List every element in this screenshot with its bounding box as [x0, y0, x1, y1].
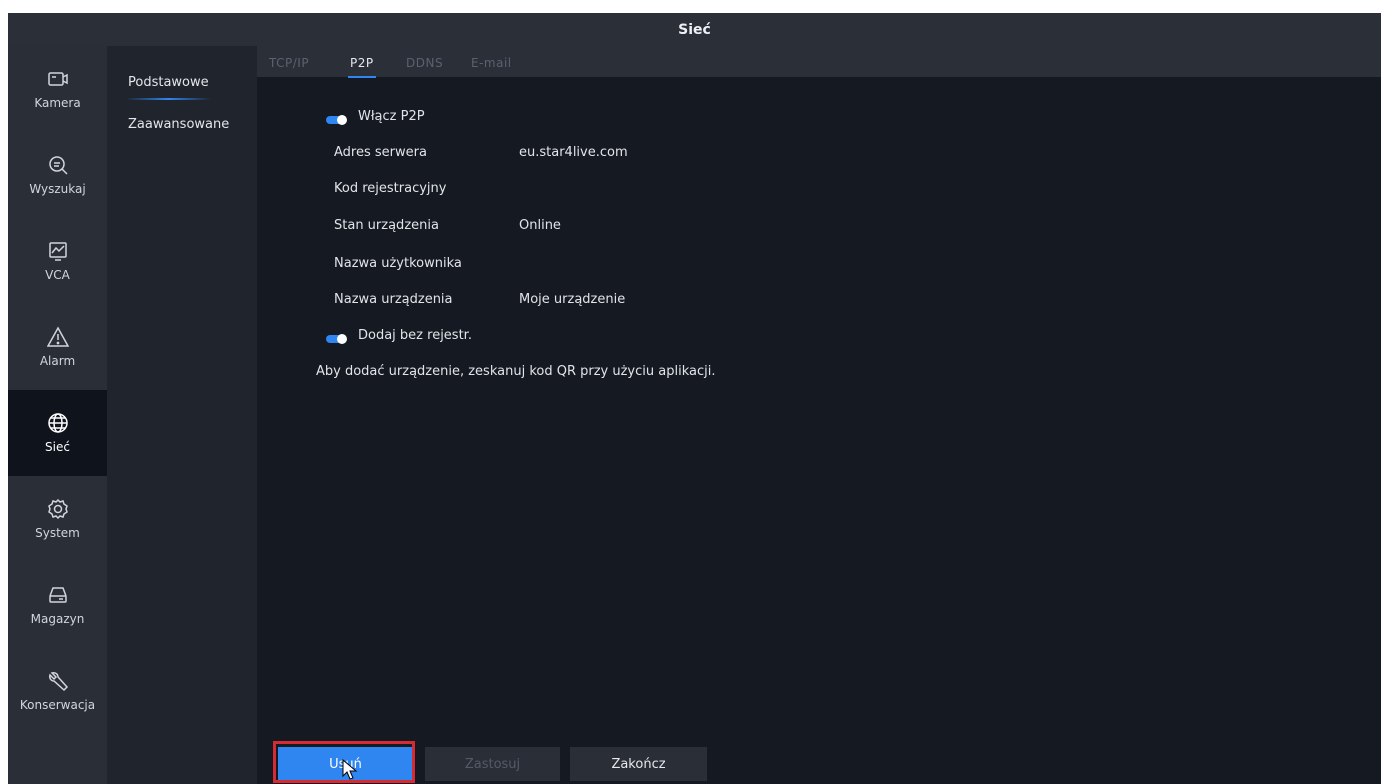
tab-p2p[interactable]: P2P	[348, 56, 376, 78]
sidebar-item-vca[interactable]: VCA	[8, 218, 107, 304]
camera-icon	[47, 72, 68, 86]
search-icon	[48, 156, 68, 175]
sidebar-item-label: Magazyn	[30, 612, 85, 626]
wrench-icon	[48, 672, 68, 692]
submenu-item-podstawowe[interactable]: Podstawowe	[126, 75, 211, 100]
device-status-label: Stan urządzenia	[334, 218, 439, 233]
sidebar-item-siec[interactable]: Sieć	[8, 390, 107, 476]
tab-tcpip[interactable]: TCP/IP	[269, 56, 309, 70]
server-address-label: Adres serwera	[334, 145, 427, 160]
mouse-cursor-icon	[342, 759, 358, 780]
gear-icon	[47, 498, 68, 520]
sidebar-item-label: Konserwacja	[19, 698, 96, 712]
add-without-registration-toggle[interactable]	[326, 334, 347, 344]
sidebar-item-system[interactable]: System	[8, 476, 107, 562]
network-settings-window: Sieć Kamera Wyszukaj VCA Alarm Sieć Syst…	[8, 13, 1381, 784]
sidebar-item-label: Kamera	[34, 96, 81, 110]
hdd-icon	[48, 587, 67, 603]
sidebar-item-label: System	[35, 526, 80, 540]
sidebar-item-magazyn[interactable]: Magazyn	[8, 562, 107, 648]
tab-bar: TCP/IP P2P DDNS E-mail	[257, 46, 1381, 78]
sidebar-item-label: VCA	[45, 268, 70, 282]
submenu-item-zaawansowane[interactable]: Zaawansowane	[128, 117, 229, 132]
sidebar-item-alarm[interactable]: Alarm	[8, 304, 107, 390]
enable-p2p-toggle[interactable]	[326, 115, 347, 125]
device-name-value: Moje urządzenie	[519, 292, 626, 307]
sidebar-item-label: Alarm	[39, 354, 76, 368]
sidebar-item-konserwacja[interactable]: Konserwacja	[8, 648, 107, 734]
tab-email[interactable]: E-mail	[471, 56, 512, 70]
sidebar-item-label: Wyszukaj	[29, 182, 86, 196]
sidebar-item-wyszukaj[interactable]: Wyszukaj	[8, 132, 107, 218]
device-status-value: Online	[519, 218, 561, 233]
tab-ddns[interactable]: DDNS	[406, 56, 443, 70]
qr-hint-text: Aby dodać urządzenie, zeskanuj kod QR pr…	[316, 364, 716, 379]
add-without-registration-label: Dodaj bez rejestr.	[358, 328, 472, 343]
sidebar: Kamera Wyszukaj VCA Alarm Sieć System Ma…	[8, 46, 107, 784]
submenu: Podstawowe Zaawansowane	[107, 46, 257, 784]
server-address-value: eu.star4live.com	[519, 145, 628, 160]
device-name-label: Nazwa urządzenia	[334, 292, 453, 307]
enable-p2p-label: Włącz P2P	[358, 109, 425, 124]
globe-icon	[47, 413, 68, 433]
exit-button[interactable]: Zakończ	[570, 747, 707, 781]
sidebar-item-label: Sieć	[45, 440, 70, 454]
apply-button[interactable]: Zastosuj	[425, 747, 560, 781]
registration-code-label: Kod rejestracyjny	[334, 181, 447, 196]
alarm-icon	[46, 326, 69, 347]
window-title: Sieć	[8, 13, 1381, 46]
vca-icon	[48, 242, 67, 261]
username-label: Nazwa użytkownika	[334, 256, 462, 271]
sidebar-item-kamera[interactable]: Kamera	[8, 46, 107, 132]
